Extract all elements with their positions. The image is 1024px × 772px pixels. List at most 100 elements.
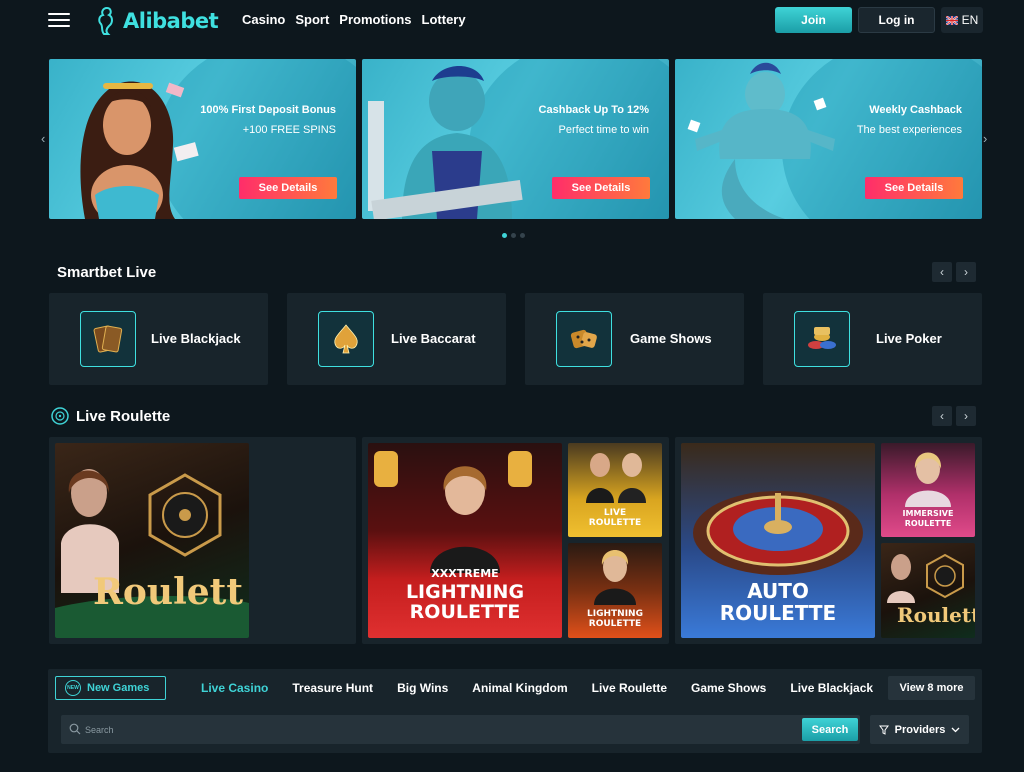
game-tile-immersive-roulette[interactable]: IMMERSIVE ROULETTE bbox=[881, 443, 975, 537]
category-label: Game Shows bbox=[630, 331, 712, 346]
banner-title: 100% First Deposit Bonus bbox=[200, 104, 336, 116]
smartbet-pager: ‹ › bbox=[932, 262, 976, 282]
new-games-label: New Games bbox=[87, 682, 150, 694]
tab-live-casino[interactable]: Live Casino bbox=[201, 681, 268, 695]
search-button[interactable]: Search bbox=[802, 718, 858, 741]
nav-casino[interactable]: Casino bbox=[242, 12, 285, 27]
tab-live-blackjack[interactable]: Live Blackjack bbox=[790, 681, 873, 695]
tab-big-wins[interactable]: Big Wins bbox=[397, 681, 448, 695]
game-tile-roulette[interactable]: Roulett bbox=[55, 443, 249, 638]
category-label: Live Poker bbox=[876, 331, 942, 346]
carousel-dots bbox=[502, 233, 525, 238]
roulette-panel: AUTO ROULETTE IMMERSIVE ROULETTE Roulett bbox=[675, 437, 982, 644]
dice-icon bbox=[556, 311, 612, 367]
category-label: Live Blackjack bbox=[151, 331, 241, 346]
login-button[interactable]: Log in bbox=[858, 7, 935, 33]
genie-laptop-illustration bbox=[368, 66, 523, 219]
next-arrow-icon[interactable]: › bbox=[956, 262, 976, 282]
cards-icon bbox=[80, 311, 136, 367]
tab-live-roulette[interactable]: Live Roulette bbox=[592, 681, 667, 695]
providers-label: Providers bbox=[894, 723, 946, 736]
prev-arrow-icon[interactable]: ‹ bbox=[932, 406, 952, 426]
game-tile-live-roulette[interactable]: LIVE ROULETTE bbox=[568, 443, 662, 537]
tab-game-shows[interactable]: Game Shows bbox=[691, 681, 766, 695]
genie-logo-icon bbox=[98, 6, 113, 35]
section-title-roulette: Live Roulette bbox=[76, 408, 171, 425]
princess-illustration bbox=[80, 81, 199, 219]
tile-title-line1: IMMERSIVE bbox=[902, 509, 954, 518]
new-badge-icon: NEW bbox=[65, 680, 81, 696]
view-more-button[interactable]: View 8 more bbox=[888, 676, 975, 700]
roulette-panel: XXXTREME LIGHTNING ROULETTE LIVE ROULETT… bbox=[362, 437, 669, 644]
game-filter-bar: NEW New Games Live Casino Treasure Hunt … bbox=[48, 669, 982, 753]
tile-title: Roulett bbox=[897, 603, 975, 627]
tile-title-line1: LIVE bbox=[603, 508, 627, 518]
category-card-game-shows[interactable]: Game Shows bbox=[525, 293, 744, 385]
language-selector[interactable]: EN bbox=[941, 7, 983, 33]
category-label: Live Baccarat bbox=[391, 331, 476, 346]
see-details-button[interactable]: See Details bbox=[239, 177, 337, 199]
section-title-smartbet: Smartbet Live bbox=[57, 264, 157, 281]
logo-text: Alibabet bbox=[123, 9, 219, 33]
nav-lottery[interactable]: Lottery bbox=[422, 12, 466, 27]
banner-subtitle: The best experiences bbox=[856, 124, 962, 136]
promo-banner-deposit[interactable]: 100% First Deposit Bonus +100 FREE SPINS… bbox=[49, 59, 356, 219]
carousel-dot[interactable] bbox=[511, 233, 516, 238]
spade-icon bbox=[318, 311, 374, 367]
see-details-button[interactable]: See Details bbox=[552, 177, 650, 199]
category-card-poker[interactable]: Live Poker bbox=[763, 293, 982, 385]
banner-title: Weekly Cashback bbox=[869, 104, 962, 116]
filter-icon bbox=[878, 725, 889, 735]
carousel-dot[interactable] bbox=[502, 233, 507, 238]
category-card-baccarat[interactable]: Live Baccarat bbox=[287, 293, 506, 385]
see-details-button[interactable]: See Details bbox=[865, 177, 963, 199]
tile-title: Roulett bbox=[93, 571, 243, 613]
promo-banner-weekly[interactable]: Weekly Cashback The best experiences See… bbox=[675, 59, 982, 219]
tile-title-line1: AUTO bbox=[747, 579, 809, 603]
game-tile-xxxtreme-lightning[interactable]: XXXTREME LIGHTNING ROULETTE bbox=[368, 443, 562, 638]
new-games-button[interactable]: NEW New Games bbox=[55, 676, 166, 700]
menu-icon[interactable] bbox=[48, 13, 70, 27]
category-tabs: Live Casino Treasure Hunt Big Wins Anima… bbox=[201, 681, 897, 695]
tile-subtitle: XXXTREME bbox=[431, 567, 499, 580]
main-nav: Casino Sport Promotions Lottery bbox=[242, 12, 466, 27]
tab-animal-kingdom[interactable]: Animal Kingdom bbox=[472, 681, 567, 695]
tile-title-line2: ROULETTE bbox=[588, 619, 642, 629]
banner-subtitle: +100 FREE SPINS bbox=[242, 124, 336, 136]
genie-dice-illustration bbox=[687, 62, 835, 219]
banner-subtitle: Perfect time to win bbox=[558, 124, 649, 136]
tab-treasure-hunt[interactable]: Treasure Hunt bbox=[292, 681, 373, 695]
game-tile-roulette-small[interactable]: Roulett bbox=[881, 543, 975, 638]
category-card-blackjack[interactable]: Live Blackjack bbox=[49, 293, 268, 385]
banner-title: Cashback Up To 12% bbox=[538, 104, 649, 116]
join-button[interactable]: Join bbox=[775, 7, 852, 33]
search-box: Search bbox=[61, 715, 860, 744]
tile-title-line1: LIGHTNING bbox=[587, 609, 643, 619]
header: Alibabet Casino Sport Promotions Lottery… bbox=[0, 0, 1024, 42]
tile-title-line2: ROULETTE bbox=[904, 519, 952, 528]
game-tile-auto-roulette[interactable]: AUTO ROULETTE bbox=[681, 443, 875, 638]
tile-title-line2: ROULETTE bbox=[719, 601, 837, 625]
carousel-next-icon[interactable]: › bbox=[983, 131, 987, 146]
logo[interactable]: Alibabet bbox=[95, 4, 219, 38]
nav-promotions[interactable]: Promotions bbox=[339, 12, 411, 27]
game-tile-lightning-roulette[interactable]: LIGHTNING ROULETTE bbox=[568, 543, 662, 638]
carousel-dot[interactable] bbox=[520, 233, 525, 238]
chips-icon bbox=[794, 311, 850, 367]
nav-sport[interactable]: Sport bbox=[295, 12, 329, 27]
providers-dropdown[interactable]: Providers bbox=[870, 715, 969, 744]
tile-title-line2: ROULETTE bbox=[409, 601, 521, 623]
chevron-down-icon bbox=[951, 727, 960, 732]
roulette-section-icon bbox=[51, 407, 69, 425]
roulette-pager: ‹ › bbox=[932, 406, 976, 426]
tile-title-line2: ROULETTE bbox=[588, 518, 642, 528]
next-arrow-icon[interactable]: › bbox=[956, 406, 976, 426]
search-input[interactable] bbox=[85, 715, 785, 744]
search-icon bbox=[69, 723, 81, 735]
carousel-prev-icon[interactable]: ‹ bbox=[41, 131, 45, 146]
promo-banner-cashback[interactable]: Cashback Up To 12% Perfect time to win S… bbox=[362, 59, 669, 219]
uk-flag-icon bbox=[945, 15, 958, 25]
prev-arrow-icon[interactable]: ‹ bbox=[932, 262, 952, 282]
tile-title-line1: LIGHTNING bbox=[405, 581, 525, 603]
language-label: EN bbox=[961, 13, 979, 27]
